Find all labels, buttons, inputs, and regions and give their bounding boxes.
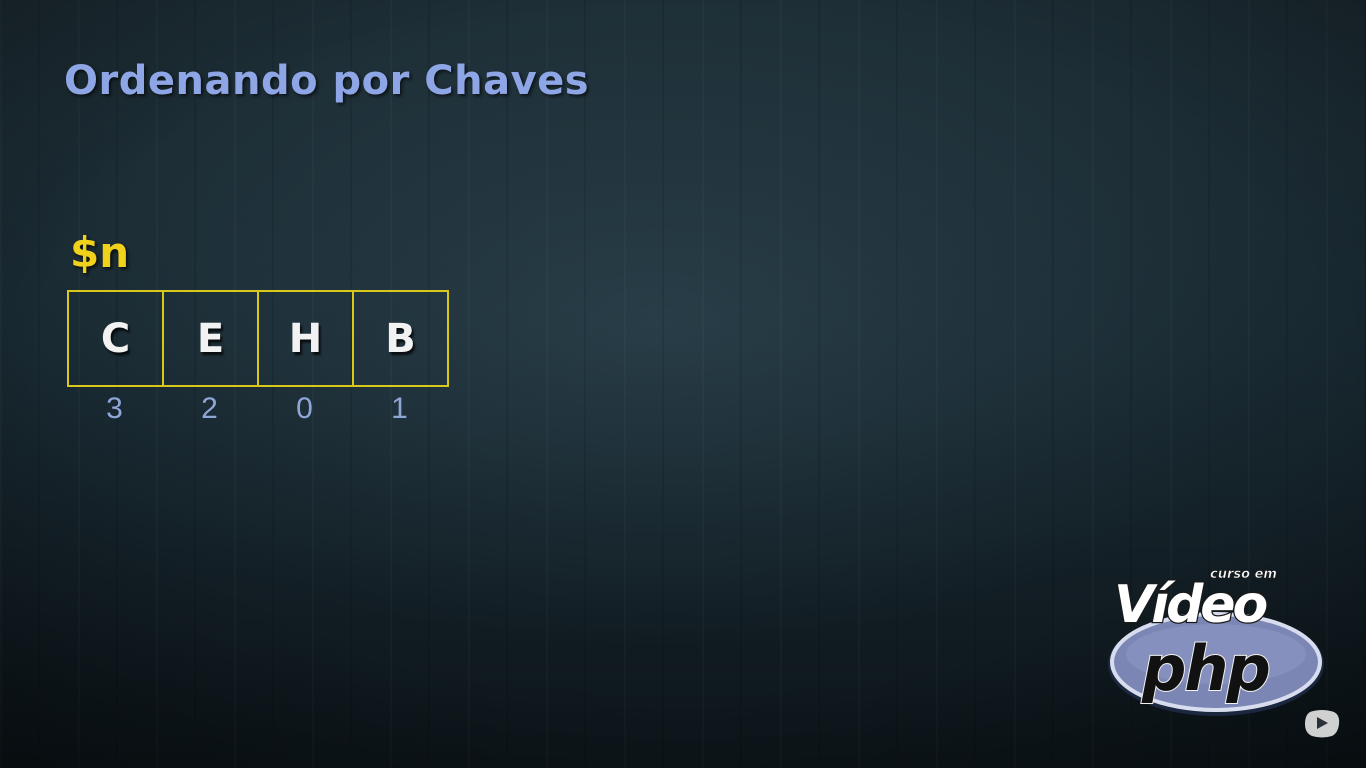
array-cell: C [67, 290, 164, 387]
array-cell: E [162, 290, 259, 387]
array-key: 0 [296, 392, 313, 425]
array-cell-value: E [196, 315, 225, 362]
array-cell-value: C [100, 315, 131, 362]
array-cell-value: H [288, 315, 323, 362]
array-cell-value: B [385, 315, 416, 362]
slide-title: Ordenando por Chaves [64, 58, 590, 104]
array-keys: 3 2 0 1 [67, 392, 447, 426]
youtube-play-icon[interactable] [1302, 706, 1342, 740]
curso-em-video-php-logo: curso em Vídeo php [1104, 562, 1326, 722]
array-variable-name: $n [70, 228, 130, 277]
array-key: 2 [201, 392, 218, 425]
video-frame: Ordenando por Chaves $n C E H B 3 2 0 1 … [0, 0, 1366, 768]
array-cells: C E H B [67, 290, 449, 387]
logo-main-text: Vídeo [1114, 575, 1267, 635]
logo-sub-text: php [1141, 632, 1269, 705]
array-key: 3 [106, 392, 123, 425]
array-key: 1 [391, 392, 408, 425]
array-cell: B [352, 290, 449, 387]
array-cell: H [257, 290, 354, 387]
